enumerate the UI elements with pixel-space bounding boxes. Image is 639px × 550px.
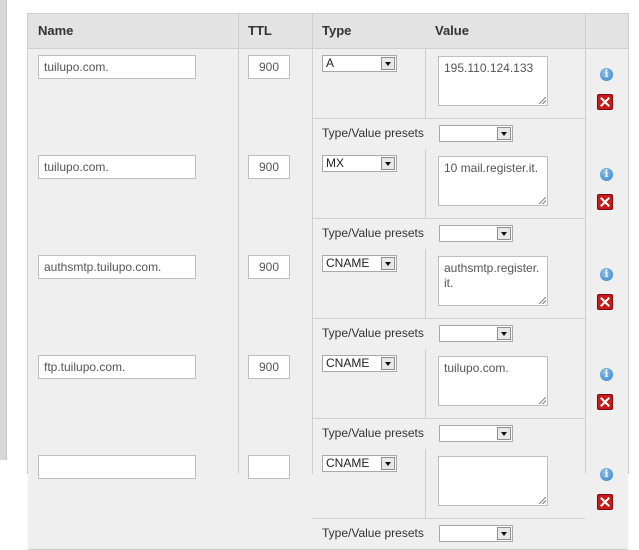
dns-record-row: CNAME Type/Value presets i [28,449,628,550]
record-type-value: MX [326,156,344,170]
delete-icon[interactable] [597,294,613,310]
record-value-textarea[interactable]: 195.110.124.133 [438,56,548,106]
header-name: Name [38,23,74,38]
delete-icon[interactable] [597,194,613,210]
resize-grip-icon[interactable] [539,497,546,504]
record-type-select[interactable]: MX [322,155,397,172]
preset-select[interactable] [439,125,513,142]
chevron-down-icon [381,57,395,70]
header-value: Value [435,23,469,38]
table-header: Name TTL Type Value [28,14,628,49]
preset-select[interactable] [439,225,513,242]
page-edge [0,0,7,460]
chevron-down-icon [497,427,511,440]
chevron-down-icon [381,157,395,170]
header-ttl: TTL [248,23,272,38]
info-icon[interactable]: i [600,68,613,81]
dns-record-row: authsmtp.tuilupo.com. 900 CNAME authsmtp.re… [28,249,628,350]
record-name-input[interactable]: authsmtp.tuilupo.com. [38,255,196,279]
record-ttl-input[interactable]: 900 [248,355,290,379]
record-type-select[interactable]: CNAME [322,255,397,272]
dns-record-row: ftp.tuilupo.com. 900 CNAME tuilupo.com. Type… [28,349,628,450]
record-name-input[interactable] [38,455,196,479]
resize-grip-icon[interactable] [539,97,546,104]
delete-icon[interactable] [597,94,613,110]
chevron-down-icon [497,227,511,240]
info-icon[interactable]: i [600,468,613,481]
dns-record-row: tuilupo.com. 900 A 195.110.124.133 Type/Valu… [28,49,628,150]
record-ttl-input[interactable] [248,455,290,479]
resize-grip-icon[interactable] [539,397,546,404]
record-value-textarea[interactable]: tuilupo.com. [438,356,548,406]
record-value-text: authsmtp.register.it. [444,261,540,290]
record-type-select[interactable]: A [322,55,397,72]
record-value-text: 10 mail.register.it. [444,161,539,175]
preset-label: Type/Value presets [322,126,424,140]
record-type-value: CNAME [326,456,370,470]
record-value-textarea[interactable] [438,456,548,506]
dns-records-table: Name TTL Type Value tuilupo.com. 900 A 195.… [27,13,629,550]
preset-select[interactable] [439,425,513,442]
record-type-value: CNAME [326,256,370,270]
record-type-value: A [326,56,335,70]
resize-grip-icon[interactable] [539,197,546,204]
record-type-select[interactable]: CNAME [322,455,397,472]
preset-label: Type/Value presets [322,426,424,440]
delete-icon[interactable] [597,494,613,510]
chevron-down-icon [497,527,511,540]
info-icon[interactable]: i [600,368,613,381]
info-icon[interactable]: i [600,268,613,281]
info-icon[interactable]: i [600,168,613,181]
chevron-down-icon [497,127,511,140]
chevron-down-icon [381,457,395,470]
resize-grip-icon[interactable] [539,297,546,304]
record-value-text: tuilupo.com. [444,361,509,375]
record-name-input[interactable]: tuilupo.com. [38,55,196,79]
record-type-select[interactable]: CNAME [322,355,397,372]
record-ttl-input[interactable]: 900 [248,155,290,179]
preset-label: Type/Value presets [322,326,424,340]
record-type-value: CNAME [326,356,370,370]
record-value-text: 195.110.124.133 [444,61,534,75]
record-name-input[interactable]: ftp.tuilupo.com. [38,355,196,379]
record-name-input[interactable]: tuilupo.com. [38,155,196,179]
preset-label: Type/Value presets [322,226,424,240]
preset-select[interactable] [439,525,513,542]
chevron-down-icon [381,257,395,270]
header-type: Type [322,23,352,38]
chevron-down-icon [497,327,511,340]
record-value-textarea[interactable]: 10 mail.register.it. [438,156,548,206]
record-ttl-input[interactable]: 900 [248,55,290,79]
record-ttl-input[interactable]: 900 [248,255,290,279]
preset-select[interactable] [439,325,513,342]
record-value-textarea[interactable]: authsmtp.register.it. [438,256,548,306]
chevron-down-icon [381,357,395,370]
dns-record-row: tuilupo.com. 900 MX 10 mail.register.it. Typ… [28,149,628,250]
preset-label: Type/Value presets [322,526,424,540]
delete-icon[interactable] [597,394,613,410]
